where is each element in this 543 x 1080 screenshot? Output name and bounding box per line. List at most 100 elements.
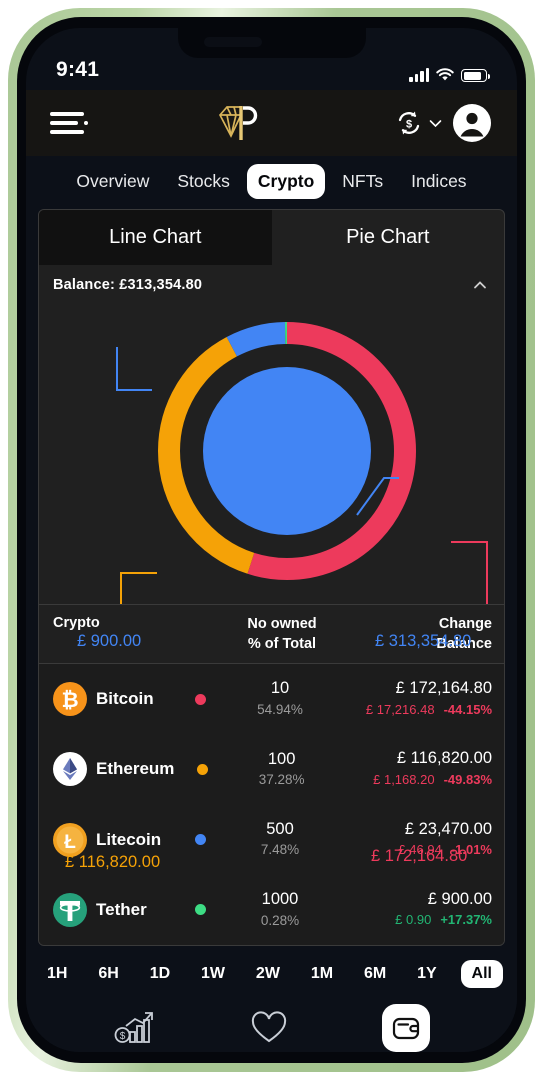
nav-market-button[interactable]: $ [113, 1008, 157, 1048]
range-1w[interactable]: 1W [194, 960, 232, 988]
range-1h[interactable]: 1H [40, 960, 74, 988]
account-avatar-icon[interactable] [451, 102, 493, 144]
range-1m[interactable]: 1M [304, 960, 340, 988]
table-row[interactable]: Ethereum 100 37.28% £ 116,820.00 £ 1,168… [39, 734, 504, 805]
legend-dot-bitcoin [194, 693, 206, 705]
change-cell: £ 172,164.80 £ 17,216.48 -44.15% [332, 678, 492, 720]
owned-amount: 10 [270, 679, 290, 698]
owned-percent: 54.94% [257, 701, 303, 717]
donut-label-litecoin: £ 900.00 [77, 632, 142, 650]
cellular-bars-icon [409, 68, 429, 82]
litecoin-icon: Ł [53, 822, 87, 857]
time-range-selector: 1H 6H 1D 1W 2W 1M 6M 1Y All [26, 946, 517, 999]
column-header-crypto: Crypto [53, 615, 100, 631]
change-percent: -49.83% [443, 771, 492, 787]
row-balance: £ 23,470.00 [404, 819, 492, 838]
change-amount: £ 17,216.48 [365, 701, 435, 717]
change-amount: £ 1,168.20 [373, 771, 435, 787]
currency-swap-button[interactable]: $ [394, 108, 442, 138]
battery-icon [461, 69, 490, 82]
owned-cell: 1000 0.28% [228, 889, 332, 931]
owned-amount: 1000 [261, 890, 299, 909]
leader-line-ethereum [120, 572, 157, 604]
chevron-down-icon [429, 119, 442, 127]
table-row[interactable]: ₿ Bitcoin 10 54.94% £ 172,164.80 £ 17,21… [39, 664, 504, 735]
legend-dot-cell [172, 693, 228, 705]
owned-percent: 0.28% [260, 912, 300, 928]
column-header-owned: No owned % of Total [222, 615, 342, 654]
phone-body: 9:41 $ Overview Stocks Crypto NFTs Indic… [17, 17, 526, 1063]
column-header-owned-line1: No owned [247, 616, 317, 632]
table-row[interactable]: Tether 1000 0.28% £ 900.00 £ 0.90 +17.37… [39, 874, 504, 946]
owned-percent: 7.48% [260, 842, 300, 858]
owned-percent: 37.28% [258, 772, 305, 788]
coin-name: Litecoin [96, 829, 162, 849]
owned-amount: 100 [267, 749, 296, 768]
tab-indices[interactable]: Indices [400, 164, 477, 199]
status-indicators [409, 68, 490, 82]
tab-nfts[interactable]: NFTs [331, 164, 394, 199]
coin-name: Ethereum [96, 759, 175, 779]
screenshot-root: 9:41 $ Overview Stocks Crypto NFTs Indic… [0, 0, 543, 1080]
range-2w[interactable]: 2W [249, 960, 287, 988]
donut-label-ethereum: £ 116,820.00 [65, 853, 161, 871]
main-tab-bar: Overview Stocks Crypto NFTs Indices [26, 156, 517, 209]
range-1y[interactable]: 1Y [410, 960, 444, 988]
tab-stocks[interactable]: Stocks [166, 164, 241, 199]
owned-cell: 10 54.94% [228, 678, 332, 720]
change-cell: £ 900.00 £ 0.90 +17.37% [332, 889, 492, 931]
status-bar: 9:41 [26, 28, 517, 90]
legend-dot-cell [172, 834, 228, 846]
range-6m[interactable]: 6M [357, 960, 393, 988]
tab-crypto[interactable]: Crypto [246, 164, 326, 199]
ethereum-icon [53, 752, 87, 787]
chevron-up-icon[interactable] [470, 275, 490, 295]
legend-dot-cell [174, 763, 230, 775]
range-all[interactable]: All [460, 960, 503, 989]
currency-swap-icon: $ [398, 111, 420, 135]
change-percent: -44.15% [443, 701, 492, 717]
legend-dot-litecoin [194, 834, 206, 846]
svg-text:Ł: Ł [64, 832, 76, 853]
coin-name: Bitcoin [96, 689, 154, 709]
range-1d[interactable]: 1D [143, 960, 177, 988]
nav-active-pill [382, 1004, 431, 1052]
row-balance: £ 172,164.80 [395, 679, 492, 698]
row-balance: £ 900.00 [427, 889, 492, 908]
phone-screen: 9:41 $ Overview Stocks Crypto NFTs Indic… [26, 28, 517, 1052]
legend-dot-cell [172, 904, 228, 916]
owned-cell: 500 7.48% [228, 819, 332, 861]
coin-cell: Tether [53, 892, 172, 927]
legend-dot-tether [194, 904, 206, 916]
diamond-p-logo [213, 101, 265, 145]
coin-cell: Ethereum [53, 752, 175, 787]
nav-favorites-button[interactable] [250, 1011, 288, 1045]
hamburger-menu-icon[interactable] [50, 112, 88, 134]
market-growth-chart-icon: $ [114, 1012, 153, 1043]
portfolio-card: Line Chart Pie Chart Balance: £313,354.8… [38, 209, 505, 947]
donut-chart: £ 313,354.80 £ 172,164.80 £ 116,820.00 £… [39, 299, 504, 871]
svg-text:₿: ₿ [61, 689, 78, 712]
change-line: £ 17,216.48 -44.15% [332, 700, 492, 721]
range-6h[interactable]: 6H [91, 960, 125, 988]
nav-wallet-button[interactable] [382, 1004, 431, 1052]
balance-label: Balance: £313,354.80 [53, 277, 203, 293]
header-actions: $ [394, 102, 493, 144]
tab-overview[interactable]: Overview [65, 164, 160, 199]
tab-line-chart[interactable]: Line Chart [39, 210, 272, 265]
svg-text:$: $ [406, 118, 412, 130]
donut-label-bitcoin: £ 172,164.80 [371, 847, 468, 865]
bottom-nav-bar: $ [26, 998, 517, 1052]
coin-name: Tether [96, 899, 147, 919]
owned-cell: 100 37.28% [230, 749, 333, 791]
tab-pie-chart[interactable]: Pie Chart [272, 210, 505, 265]
legend-dot-ethereum [196, 763, 208, 775]
wifi-icon [436, 68, 454, 81]
leader-line-bitcoin [451, 541, 488, 604]
owned-amount: 500 [266, 819, 294, 838]
center-total-circle [203, 367, 371, 535]
donut-chart-svg [116, 322, 488, 604]
wallet-icon [393, 1017, 420, 1040]
svg-text:$: $ [120, 1031, 126, 1042]
coin-cell: Ł Litecoin [53, 822, 172, 857]
